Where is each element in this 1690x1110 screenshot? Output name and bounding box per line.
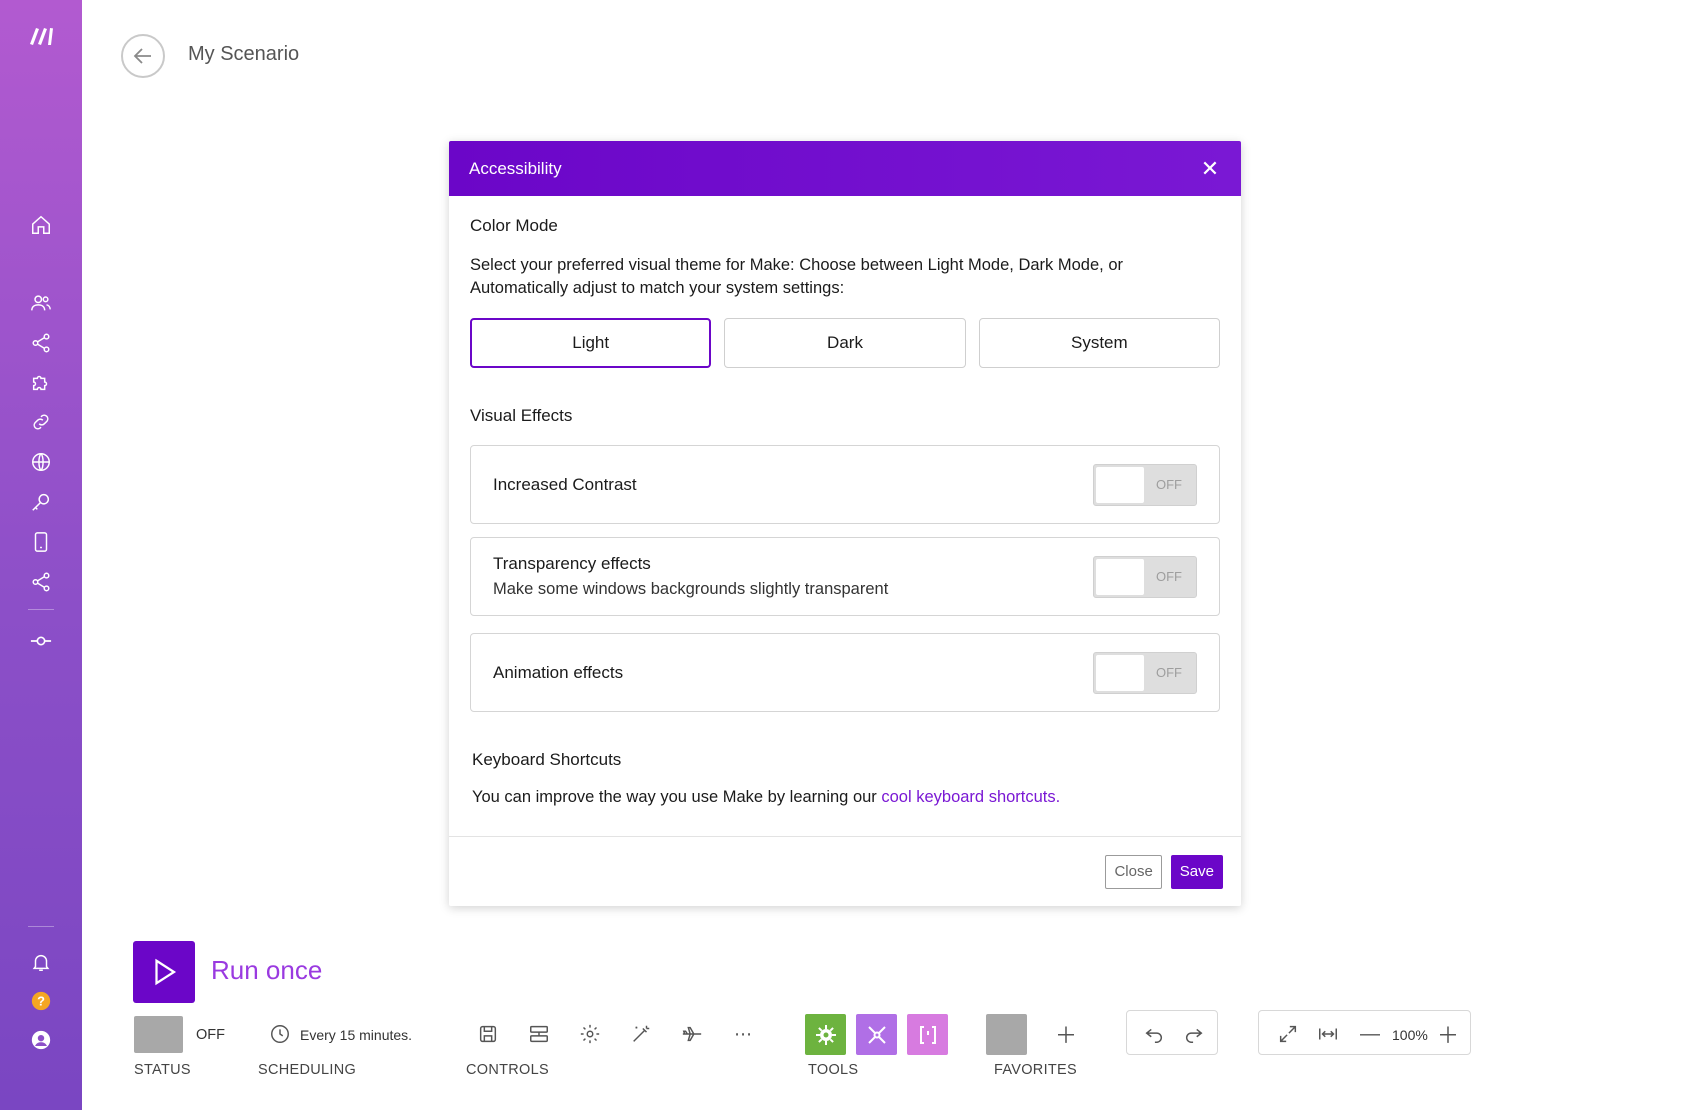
dialog-body: Color Mode Select your preferred visual … — [449, 196, 1241, 807]
mobile-icon[interactable] — [28, 529, 54, 555]
run-once-button[interactable] — [133, 941, 195, 1003]
transparency-effects-row: Transparency effects Make some windows b… — [470, 537, 1220, 616]
status-value: OFF — [196, 1027, 225, 1043]
key-icon[interactable] — [28, 489, 54, 515]
undo-icon[interactable] — [1140, 1020, 1168, 1048]
redo-icon[interactable] — [1180, 1020, 1208, 1048]
flow-control-icon — [867, 1025, 886, 1044]
zoom-level: 100% — [1392, 1027, 1428, 1043]
clock-icon[interactable] — [266, 1020, 294, 1048]
save-icon[interactable] — [474, 1020, 502, 1048]
make-logo[interactable] — [27, 24, 57, 48]
increased-contrast-row: Increased Contrast OFF — [470, 445, 1220, 524]
close-button[interactable]: Close — [1105, 854, 1162, 889]
theme-light-button[interactable]: Light — [470, 318, 712, 368]
increased-contrast-toggle[interactable]: OFF — [1093, 463, 1197, 506]
favorite-slot[interactable] — [986, 1014, 1027, 1055]
keyboard-shortcuts-link[interactable]: cool keyboard shortcuts. — [881, 788, 1060, 806]
brackets-icon — [919, 1025, 936, 1044]
toggle-description: Make some windows backgrounds slightly t… — [493, 580, 889, 598]
share-icon[interactable] — [28, 330, 54, 356]
close-icon[interactable]: ✕ — [1199, 156, 1221, 181]
keyboard-shortcuts-title: Keyboard Shortcuts — [472, 750, 622, 769]
align-icon[interactable] — [525, 1020, 553, 1048]
tools-text-button[interactable] — [907, 1014, 948, 1055]
dialog-title: Accessibility — [469, 158, 562, 178]
status-caption: STATUS — [134, 1062, 191, 1078]
sidebar: ? — [0, 0, 82, 1110]
dialog-header: Accessibility ✕ — [449, 141, 1241, 196]
puzzle-icon[interactable] — [28, 369, 54, 395]
scenario-title: My Scenario — [188, 43, 300, 65]
flow-icon[interactable] — [28, 569, 54, 595]
theme-selector: Light Dark System — [470, 318, 1220, 368]
toggle-label: Transparency effects — [493, 554, 651, 573]
visual-effects-title: Visual Effects — [470, 406, 573, 425]
svg-text:?: ? — [37, 994, 45, 1009]
theme-dark-button[interactable]: Dark — [724, 318, 966, 368]
fit-width-icon[interactable] — [1314, 1020, 1342, 1048]
airplane-icon[interactable] — [678, 1020, 706, 1048]
arrow-left-icon — [133, 48, 151, 64]
magic-wand-icon[interactable] — [627, 1020, 655, 1048]
scheduling-caption: SCHEDULING — [258, 1062, 357, 1078]
keyboard-shortcuts-description: You can improve the way you use Make by … — [472, 788, 1220, 807]
controls-caption: CONTROLS — [466, 1062, 549, 1078]
animation-effects-toggle[interactable]: OFF — [1093, 651, 1197, 694]
zoom-in-icon[interactable]: ＋ — [1434, 1020, 1462, 1048]
help-icon[interactable]: ? — [28, 988, 54, 1014]
toggle-state: OFF — [1156, 568, 1182, 584]
user-icon[interactable] — [28, 1027, 54, 1053]
globe-icon[interactable] — [28, 449, 54, 475]
schedule-value[interactable]: Every 15 minutes. — [300, 1027, 412, 1043]
sidebar-divider — [28, 926, 54, 927]
dialog-footer: Close Save — [449, 836, 1241, 906]
sidebar-divider — [28, 609, 54, 610]
play-icon — [155, 958, 177, 986]
bell-icon[interactable] — [28, 949, 54, 975]
back-button[interactable] — [121, 34, 165, 78]
home-icon[interactable] — [28, 212, 54, 238]
toggle-knob — [1096, 654, 1144, 691]
gear-icon — [815, 1024, 836, 1045]
zoom-out-icon[interactable]: — — [1356, 1020, 1384, 1048]
toggle-label: Increased Contrast — [493, 474, 637, 494]
accessibility-dialog: Accessibility ✕ Color Mode Select your p… — [449, 141, 1241, 906]
add-favorite-icon[interactable]: ＋ — [1052, 1020, 1080, 1048]
keyboard-text: You can improve the way you use Make by … — [472, 788, 882, 806]
commit-icon[interactable] — [28, 628, 54, 654]
toggle-knob — [1096, 558, 1144, 595]
toggle-state: OFF — [1156, 664, 1182, 680]
expand-icon[interactable] — [1274, 1020, 1302, 1048]
tools-gear-button[interactable] — [805, 1014, 846, 1055]
tools-flow-button[interactable] — [856, 1014, 897, 1055]
team-icon[interactable] — [28, 290, 54, 316]
favorites-caption: FAVORITES — [994, 1062, 1078, 1078]
gear-icon[interactable] — [576, 1020, 604, 1048]
transparency-effects-toggle[interactable]: OFF — [1093, 555, 1197, 598]
tools-caption: TOOLS — [808, 1062, 859, 1078]
save-button[interactable]: Save — [1170, 854, 1223, 889]
animation-effects-row: Animation effects OFF — [470, 633, 1220, 712]
theme-system-button[interactable]: System — [978, 318, 1220, 368]
color-mode-title: Color Mode — [470, 216, 558, 235]
toggle-state: OFF — [1156, 476, 1182, 492]
run-once-label[interactable]: Run once — [211, 955, 322, 986]
color-mode-description: Select your preferred visual theme for M… — [470, 256, 1123, 297]
toggle-label: Animation effects — [493, 662, 624, 682]
status-toggle[interactable] — [134, 1016, 183, 1053]
toggle-knob — [1096, 466, 1144, 503]
link-icon[interactable] — [28, 409, 54, 435]
more-icon[interactable]: ⋯ — [729, 1020, 757, 1048]
